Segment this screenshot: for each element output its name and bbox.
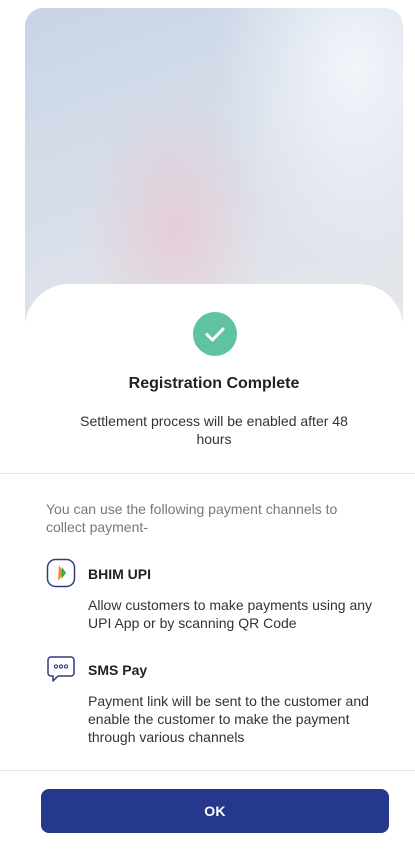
channel-description: Payment link will be sent to the custome… xyxy=(88,693,369,745)
sms-chat-icon xyxy=(46,654,76,684)
dialog-subtitle: Settlement process will be enabled after… xyxy=(80,413,348,447)
footer-divider xyxy=(0,770,415,771)
ok-button[interactable]: OK xyxy=(41,789,389,833)
registration-complete-screen: Registration Complete Settlement process… xyxy=(0,0,415,859)
dialog-title: Registration Complete xyxy=(128,375,300,392)
channel-description: Allow customers to make payments using a… xyxy=(88,597,373,631)
payment-channels-intro: You can use the following payment channe… xyxy=(46,501,338,535)
bottom-sheet: Registration Complete Settlement process… xyxy=(25,284,403,859)
section-divider xyxy=(0,473,415,474)
channel-name: BHIM UPI xyxy=(88,566,151,582)
channel-name: SMS Pay xyxy=(88,662,148,678)
check-circle-icon xyxy=(193,312,237,356)
bhim-upi-icon xyxy=(46,558,76,588)
